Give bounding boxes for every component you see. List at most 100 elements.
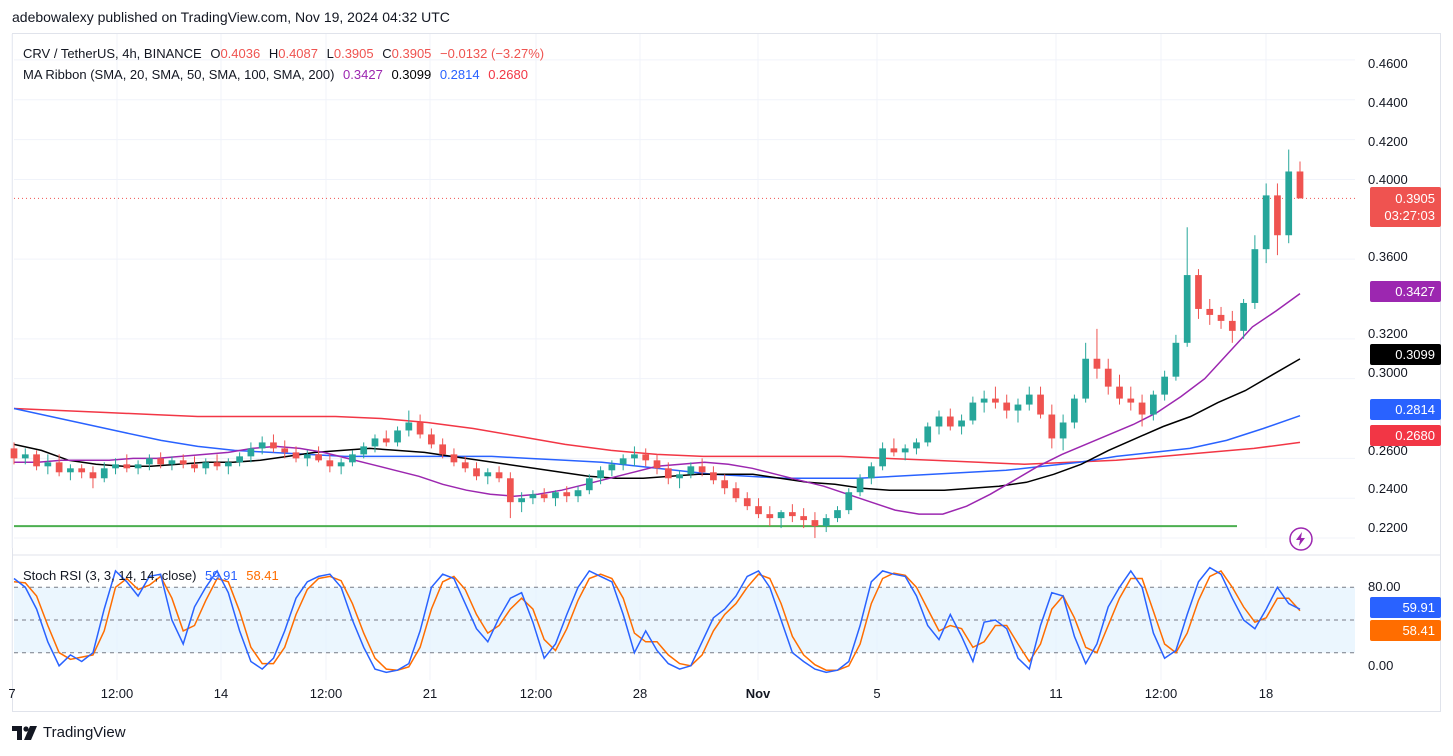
candle-body <box>518 498 525 503</box>
y-tick-label: 0.3000 <box>1368 365 1408 380</box>
low-value-group: L0.3905 <box>326 46 374 61</box>
x-tick-label: 28 <box>632 686 648 701</box>
candle-body <box>1285 171 1293 236</box>
x-tick-label: 18 <box>1258 686 1274 701</box>
candle-body <box>1003 402 1011 411</box>
candle-body <box>1048 414 1056 439</box>
candle-body <box>687 466 695 475</box>
high-value: 0.4087 <box>278 46 318 61</box>
candle-body <box>78 468 86 473</box>
y-tick-label: 0.2200 <box>1368 520 1408 535</box>
candle-body <box>1206 308 1214 315</box>
close-value-group: C0.3905 <box>382 46 432 61</box>
candle-body <box>1274 195 1281 236</box>
candle-body <box>258 442 266 449</box>
y-tick-label: 0.3600 <box>1368 249 1408 264</box>
candle-body <box>1138 402 1146 415</box>
candle-body <box>834 510 841 519</box>
candle-body <box>179 460 187 465</box>
x-tick-label: 11 <box>1049 686 1063 701</box>
rsi-k-legend-value: 59.91 <box>205 568 238 583</box>
footer-brand-text[interactable]: TradingView <box>43 724 126 741</box>
candle-body <box>935 416 943 427</box>
ma200-price-tag: 0.2680 <box>1370 425 1441 446</box>
candle-countdown: 03:27:03 <box>1384 208 1435 223</box>
candle-body <box>631 454 638 459</box>
footer-brand: TradingView <box>12 724 126 741</box>
candle-body <box>281 448 289 453</box>
candle-body <box>315 454 322 461</box>
candle-body <box>21 454 29 459</box>
candle-body <box>924 426 932 443</box>
candle-body <box>450 454 458 463</box>
candle-body <box>495 472 503 479</box>
candle-body <box>405 422 413 431</box>
x-tick-label: 21 <box>422 686 438 701</box>
candle-body <box>202 462 210 469</box>
candle-body <box>303 454 311 459</box>
candle-body <box>1161 376 1168 395</box>
change-value: −0.0132 (−3.27%) <box>440 46 545 61</box>
ma200-legend-value: 0.2680 <box>488 67 528 82</box>
candle-body <box>213 462 221 467</box>
candle-body <box>732 488 740 499</box>
candle-body <box>10 448 18 459</box>
candle-body <box>1262 195 1270 250</box>
candle-body <box>1037 394 1044 415</box>
candle-body <box>585 478 593 491</box>
candle-body <box>901 448 909 453</box>
candle-body <box>946 416 954 427</box>
candle-body <box>992 398 999 403</box>
last-price-tag: 0.3905 03:27:03 <box>1370 187 1441 227</box>
candle-body <box>134 464 142 469</box>
last-price-value: 0.3905 <box>1395 191 1435 206</box>
candle-body <box>969 402 977 421</box>
candle-body <box>33 454 40 467</box>
open-value: 0.4036 <box>220 46 261 61</box>
candle-body <box>326 460 334 467</box>
candle-body <box>224 462 232 467</box>
symbol-name[interactable]: CRV / TetherUS, 4h, BINANCE <box>23 46 202 61</box>
candle-body <box>67 468 74 473</box>
candle-body <box>642 454 650 461</box>
x-tick-label: Nov <box>745 686 771 701</box>
stoch-rsi-name[interactable]: Stoch RSI (3, 3, 14, 14, close) <box>23 568 196 583</box>
candle-body <box>1195 275 1202 309</box>
candle-body <box>1014 404 1022 411</box>
candle-body <box>822 518 830 527</box>
candle-body <box>394 430 401 443</box>
open-value-group: O0.4036 <box>210 46 261 61</box>
candle-body <box>1296 171 1304 199</box>
low-value: 0.3905 <box>333 46 374 61</box>
lightning-icon[interactable] <box>1288 526 1314 552</box>
ma-ribbon-name[interactable]: MA Ribbon (SMA, 20, SMA, 50, SMA, 100, S… <box>23 67 334 82</box>
candle-body <box>1149 394 1157 415</box>
close-value: 0.3905 <box>391 46 432 61</box>
candle-body <box>540 494 548 499</box>
candle-body <box>755 506 762 515</box>
candle-body <box>777 512 785 519</box>
candle-body <box>270 442 277 449</box>
rsi-y-tick-label: 80.00 <box>1368 579 1401 594</box>
candle-body <box>1082 358 1090 399</box>
candle-body <box>371 438 379 447</box>
rsi-k-tag: 59.91 <box>1370 597 1441 618</box>
candle-body <box>292 452 300 459</box>
ma-ribbon-legend: MA Ribbon (SMA, 20, SMA, 50, SMA, 100, S… <box>23 67 533 82</box>
candle-body <box>337 462 345 467</box>
candle-body <box>608 464 616 471</box>
candle-body <box>800 516 808 521</box>
candle-body <box>1172 342 1180 377</box>
candle-body <box>529 494 537 499</box>
candle-body <box>1116 386 1123 399</box>
x-tick-label: 12:00 <box>1144 686 1178 701</box>
candle-body <box>461 462 469 469</box>
rsi-y-tick-label: 0.00 <box>1368 658 1394 673</box>
candle-body <box>89 472 97 479</box>
candle-body <box>100 468 108 479</box>
candle-body <box>653 460 661 469</box>
candle-body <box>698 466 706 473</box>
candle-body <box>710 472 717 481</box>
price-chart[interactable] <box>0 0 1453 756</box>
candle-body <box>236 456 243 463</box>
